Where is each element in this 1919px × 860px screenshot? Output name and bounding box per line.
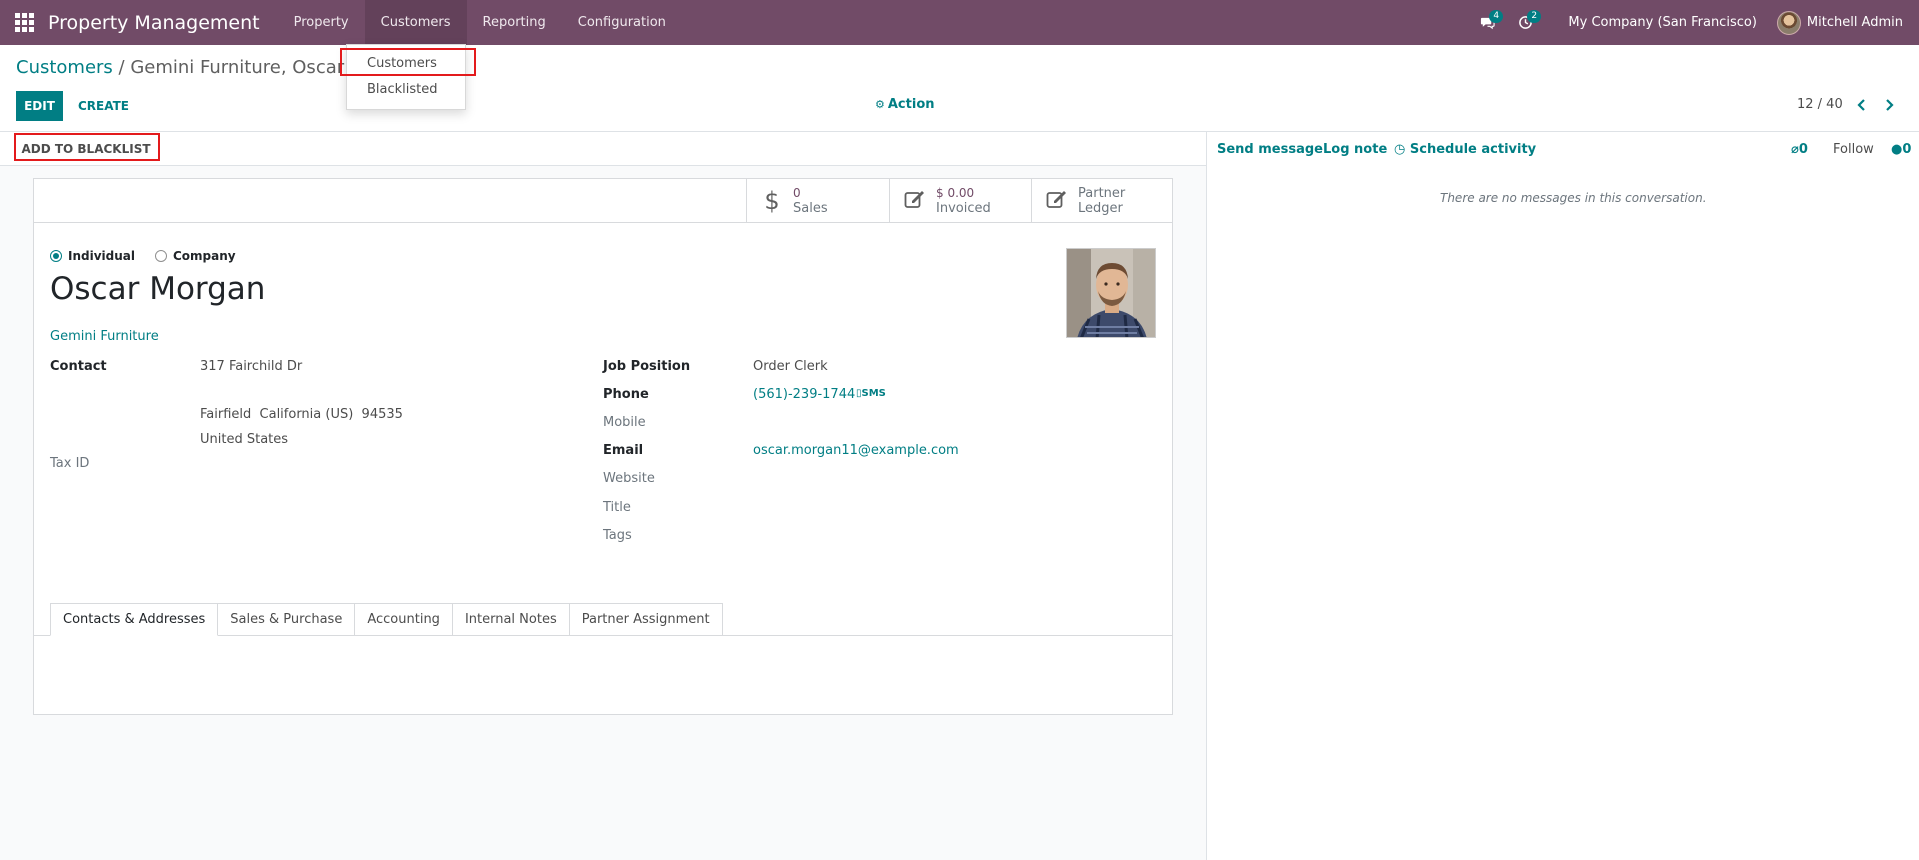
paperclip-icon: ⌀ <box>1791 142 1799 157</box>
company-switcher[interactable]: My Company (San Francisco) <box>1544 15 1776 30</box>
send-message-button[interactable]: Send message <box>1217 142 1323 157</box>
edit-square-icon <box>904 187 926 215</box>
gear-icon: ⚙ <box>875 98 885 111</box>
sms-button[interactable]: ▯SMS <box>856 388 886 399</box>
title-label: Title <box>603 500 631 515</box>
menu-configuration[interactable]: Configuration <box>562 0 682 45</box>
partner-ledger-smart-button[interactable]: Partner Ledger <box>1031 179 1172 222</box>
action-label: Action <box>887 97 935 112</box>
street-value: 317 Fairchild Dr <box>200 359 303 374</box>
parent-company-link[interactable]: Gemini Furniture <box>50 329 159 344</box>
log-note-button[interactable]: Log note <box>1323 142 1387 157</box>
messages-count-badge: 4 <box>1489 10 1504 23</box>
pager-previous-button[interactable] <box>1851 95 1871 115</box>
follow-button[interactable]: Follow <box>1833 142 1874 157</box>
schedule-activity-label: Schedule activity <box>1409 142 1537 157</box>
tab-contacts-addresses[interactable]: Contacts & Addresses <box>50 603 219 636</box>
mobile-label: Mobile <box>603 415 646 430</box>
partner-name: Oscar Morgan <box>50 271 266 307</box>
menu-customers[interactable]: Customers <box>364 0 467 45</box>
activities-count-badge: 2 <box>1527 10 1542 23</box>
phone-label: Phone <box>603 387 649 402</box>
breadcrumb-customers[interactable]: Customers <box>16 57 113 78</box>
sales-count: 0 <box>793 185 801 200</box>
pager-next-button[interactable] <box>1879 95 1899 115</box>
dropdown-item-blacklisted[interactable]: Blacklisted <box>347 77 465 103</box>
followers-button[interactable]: ●0 <box>1891 142 1911 157</box>
email-link[interactable]: oscar.morgan11@example.com <box>753 443 959 458</box>
job-position-value: Order Clerk <box>753 359 828 374</box>
dropdown-item-customers[interactable]: Customers <box>347 51 465 77</box>
messaging-button[interactable]: 4 <box>1468 0 1506 45</box>
schedule-activity-button[interactable]: ◷ Schedule activity <box>1394 142 1536 157</box>
user-menu[interactable]: Mitchell Admin <box>1776 10 1919 35</box>
notebook-tabs: Contacts & Addresses Sales & Purchase Ac… <box>50 603 723 636</box>
breadcrumb-current: / Gemini Furniture, Oscar Mor <box>112 57 384 78</box>
create-button[interactable]: CREATE <box>66 91 141 121</box>
partner-photo[interactable] <box>1066 248 1156 338</box>
contact-label: Contact <box>50 359 107 374</box>
menu-property[interactable]: Property <box>278 0 365 45</box>
invoiced-amount: $ 0.00 <box>936 185 975 200</box>
radio-individual[interactable] <box>50 250 62 262</box>
edit-square-icon <box>1046 187 1068 215</box>
chatter-panel <box>1207 132 1919 860</box>
smart-button-box: $ 0 Sales $ 0.00 Invoiced Partner Ledger <box>34 179 1172 223</box>
action-menu-button[interactable]: ⚙ Action <box>875 97 935 112</box>
form-sheet: $ 0 Sales $ 0.00 Invoiced Partner Ledger… <box>33 178 1173 715</box>
user-avatar <box>1776 10 1801 35</box>
radio-company-label[interactable]: Company <box>173 249 236 263</box>
edit-button[interactable]: EDIT <box>16 91 63 121</box>
email-label: Email <box>603 443 644 458</box>
pager-value[interactable]: 12 / 40 <box>1797 97 1843 112</box>
company-type-radio-group: Individual Company <box>50 249 236 263</box>
sales-label: Sales <box>793 200 828 216</box>
radio-individual-label[interactable]: Individual <box>68 249 135 263</box>
menu-reporting[interactable]: Reporting <box>467 0 562 45</box>
country-value: United States <box>200 432 289 447</box>
top-navbar: Property Management Property Customers R… <box>0 0 1919 45</box>
sms-label: SMS <box>861 388 886 399</box>
dollar-icon: $ <box>764 186 780 215</box>
chevron-right-icon <box>1885 99 1894 111</box>
empty-conversation-text: There are no messages in this conversati… <box>1440 191 1707 205</box>
website-label: Website <box>603 471 655 486</box>
tab-sales-purchase[interactable]: Sales & Purchase <box>218 603 356 636</box>
customers-dropdown: Customers Blacklisted <box>346 44 466 110</box>
apps-menu-icon[interactable] <box>0 0 48 45</box>
city-line-value: Fairfield California (US) 94535 <box>200 407 403 422</box>
sales-smart-button[interactable]: $ 0 Sales <box>746 179 889 222</box>
add-to-blacklist-button[interactable]: ADD TO BLACKLIST <box>16 137 156 161</box>
invoiced-label: Invoiced <box>936 200 991 216</box>
tags-label: Tags <box>603 528 632 543</box>
app-brand[interactable]: Property Management <box>48 12 260 34</box>
radio-company[interactable] <box>155 250 167 262</box>
chevron-left-icon <box>1856 99 1865 111</box>
tab-accounting[interactable]: Accounting <box>355 603 453 636</box>
partner-ledger-label: Partner Ledger <box>1078 185 1126 216</box>
tab-partner-assignment[interactable]: Partner Assignment <box>569 603 723 636</box>
invoiced-smart-button[interactable]: $ 0.00 Invoiced <box>889 179 1031 222</box>
tab-internal-notes[interactable]: Internal Notes <box>452 603 570 636</box>
clock-icon: ◷ <box>1394 142 1406 157</box>
followers-count: 0 <box>1902 142 1912 157</box>
breadcrumb: Customers / Gemini Furniture, Oscar Mor <box>16 57 384 78</box>
activities-button[interactable]: 2 <box>1506 0 1544 45</box>
attachments-count: 0 <box>1798 142 1808 157</box>
form-statusbar <box>0 132 1206 166</box>
phone-link[interactable]: (561)-239-1744 <box>753 387 855 402</box>
attachments-button[interactable]: ⌀0 <box>1791 142 1808 157</box>
tax-id-label: Tax ID <box>50 456 90 471</box>
job-position-label: Job Position <box>603 359 691 374</box>
user-icon: ● <box>1891 142 1903 157</box>
user-name: Mitchell Admin <box>1806 15 1903 30</box>
